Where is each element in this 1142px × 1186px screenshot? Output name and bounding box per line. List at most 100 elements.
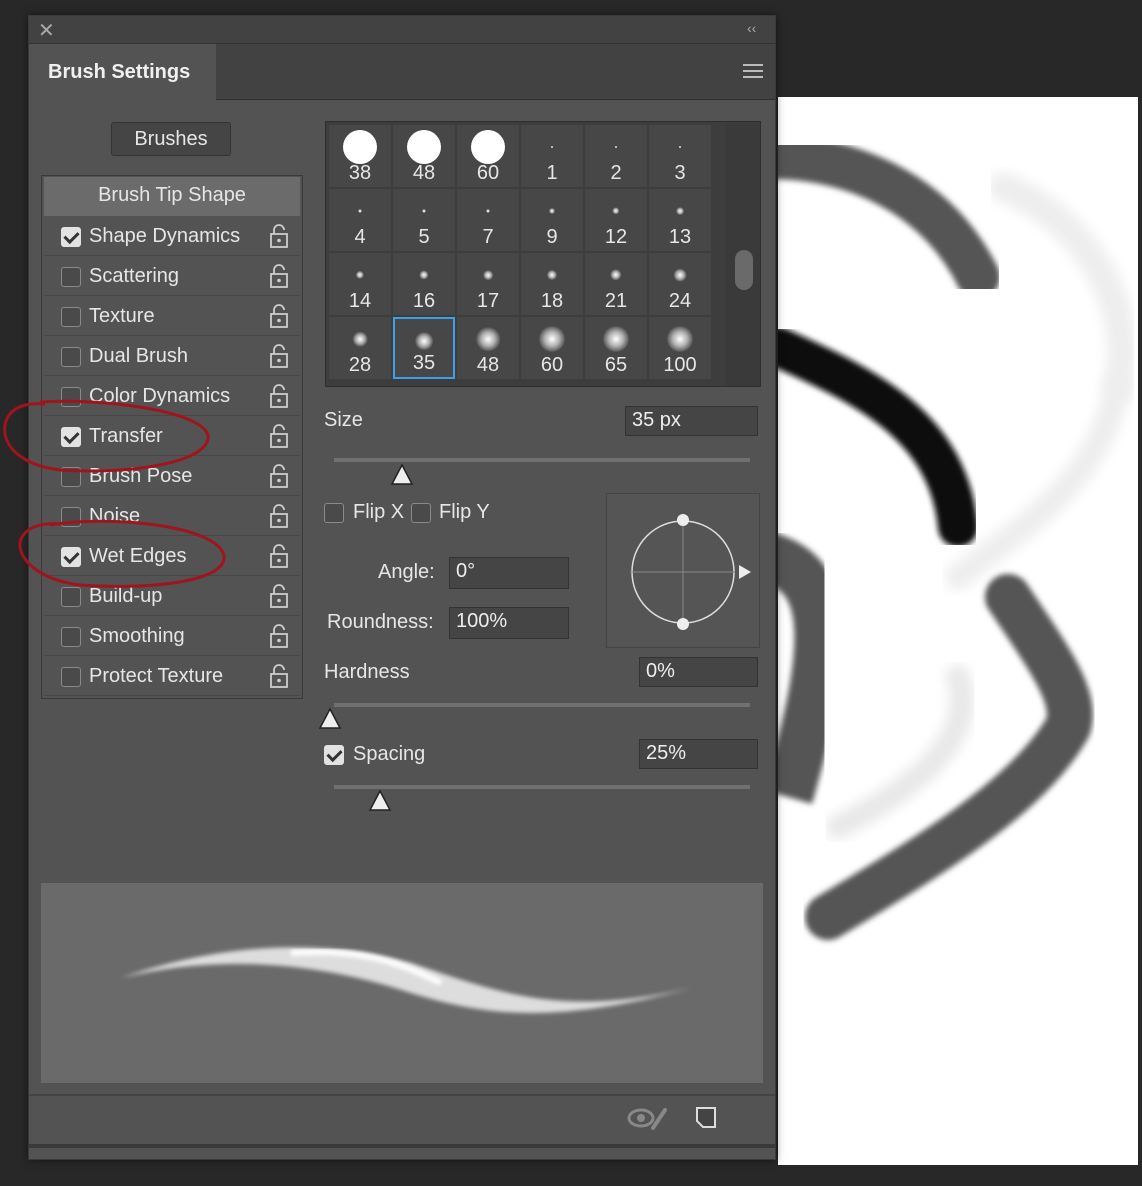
close-icon[interactable]: ✕ [38,18,55,43]
brush-tip-thumbnail [667,326,693,352]
brush-preset[interactable]: 48 [457,317,519,379]
checkbox[interactable] [61,627,81,647]
flip-y-checkbox[interactable] [411,503,431,523]
brush-preset[interactable]: 18 [521,253,583,315]
brush-preset[interactable]: 1 [521,125,583,187]
brush-preset[interactable]: 3 [649,125,711,187]
brush-size-label: 16 [412,290,436,312]
brush-preset[interactable]: 5 [393,189,455,251]
lock-icon[interactable] [270,304,288,328]
brush-preset[interactable]: 12 [585,189,647,251]
checkbox[interactable] [61,227,81,247]
brush-preset[interactable]: 48 [393,125,455,187]
panel-menu-icon[interactable] [743,64,763,78]
sidebar-item-dual-brush[interactable]: Dual Brush [44,337,300,376]
brush-size-label: 7 [482,226,494,248]
panel-titlebar: ✕ ‹‹ [29,16,775,44]
brush-size-label: 100 [663,354,697,376]
size-input[interactable]: 35 px [625,406,758,436]
brush-preset[interactable]: 17 [457,253,519,315]
brush-tip-thumbnail [343,130,377,164]
brush-preset-grid: 38 48 60 1 2 3 4 5 7 9 12 13 14 16 17 18 21 24 28 35 48 60 65 1… [325,121,761,387]
sidebar-item-protect-texture[interactable]: Protect Texture [44,657,300,696]
brush-size-label: 38 [348,162,372,184]
brush-preset[interactable]: 2 [585,125,647,187]
sidebar-item-smoothing[interactable]: Smoothing [44,617,300,656]
checkbox[interactable] [61,347,81,367]
sidebar-item-shape-dynamics[interactable]: Shape Dynamics [44,217,300,256]
hardness-slider-thumb[interactable] [318,706,342,730]
brush-tip-shape-item[interactable]: Brush Tip Shape [44,177,300,216]
brush-size-label: 17 [476,290,500,312]
checkbox[interactable] [61,267,81,287]
brush-tip-thumbnail [407,130,441,164]
brush-preset[interactable]: 4 [329,189,391,251]
lock-icon[interactable] [270,584,288,608]
roundness-label: Roundness: [327,611,434,633]
brush-preset[interactable]: 65 [585,317,647,379]
brush-preset[interactable]: 60 [457,125,519,187]
brush-preset[interactable]: 28 [329,317,391,379]
brush-tip-thumbnail [486,209,490,213]
checkbox[interactable] [61,307,81,327]
lock-icon[interactable] [270,624,288,648]
lock-icon[interactable] [270,504,288,528]
spacing-slider-thumb[interactable] [368,788,392,812]
scrollbar-thumb[interactable] [735,250,753,290]
brush-size-label: 13 [668,226,692,248]
lock-icon[interactable] [270,264,288,288]
spacing-checkbox[interactable] [324,745,344,765]
roundness-input[interactable]: 100% [449,607,569,639]
create-new-brush-icon[interactable] [695,1106,719,1130]
angle-input[interactable]: 0° [449,557,569,589]
collapse-icon[interactable]: ‹‹ [747,20,756,36]
annotation-circles [3,399,226,588]
hardness-slider[interactable] [334,703,750,707]
brush-tip-thumbnail [546,269,558,281]
angle-circle[interactable] [607,494,761,649]
brush-preset[interactable]: 7 [457,189,519,251]
document-canvas[interactable] [778,97,1138,1165]
brush-preset[interactable]: 16 [393,253,455,315]
brush-size-label: 48 [412,162,436,184]
sidebar-item-texture[interactable]: Texture [44,297,300,336]
size-slider-thumb[interactable] [390,462,414,486]
brush-preset[interactable]: 100 [649,317,711,379]
brush-preset[interactable]: 13 [649,189,711,251]
flip-x-checkbox[interactable] [324,503,344,523]
brush-preset[interactable]: 21 [585,253,647,315]
tab-brush-settings[interactable]: Brush Settings [29,44,216,100]
brush-tip-thumbnail [676,207,684,215]
lock-icon[interactable] [270,384,288,408]
brush-preset[interactable]: 38 [329,125,391,187]
brush-preset[interactable]: 14 [329,253,391,315]
lock-icon[interactable] [270,224,288,248]
brush-preset[interactable]: 9 [521,189,583,251]
angle-roundness-widget[interactable] [606,493,760,648]
flip-x-label: Flip X [353,501,405,523]
brushes-button[interactable]: Brushes [111,122,231,156]
panel-resize-bar[interactable] [29,1144,775,1148]
brush-size-label: 4 [354,226,366,248]
brush-tip-thumbnail [551,146,553,148]
brush-size-label: 28 [348,354,372,376]
lock-icon[interactable] [270,544,288,568]
brush-tip-thumbnail [352,331,368,347]
lock-icon[interactable] [270,344,288,368]
toggle-live-tip-preview-icon[interactable] [627,1106,669,1134]
brush-stroke-preview [41,883,763,1083]
lock-icon[interactable] [270,664,288,688]
sidebar-item-scattering[interactable]: Scattering [44,257,300,296]
brush-preset[interactable]: 35 [393,317,455,379]
hardness-input[interactable]: 0% [639,657,758,687]
preset-scrollbar[interactable] [726,122,760,386]
brush-preset[interactable]: 60 [521,317,583,379]
lock-icon[interactable] [270,464,288,488]
spacing-slider[interactable] [334,785,750,789]
brush-preset[interactable]: 24 [649,253,711,315]
checkbox[interactable] [61,667,81,687]
lock-icon[interactable] [270,424,288,448]
brush-tip-thumbnail [422,209,426,213]
spacing-input[interactable]: 25% [639,739,758,769]
sidebar-item-label: Scattering [89,265,180,287]
